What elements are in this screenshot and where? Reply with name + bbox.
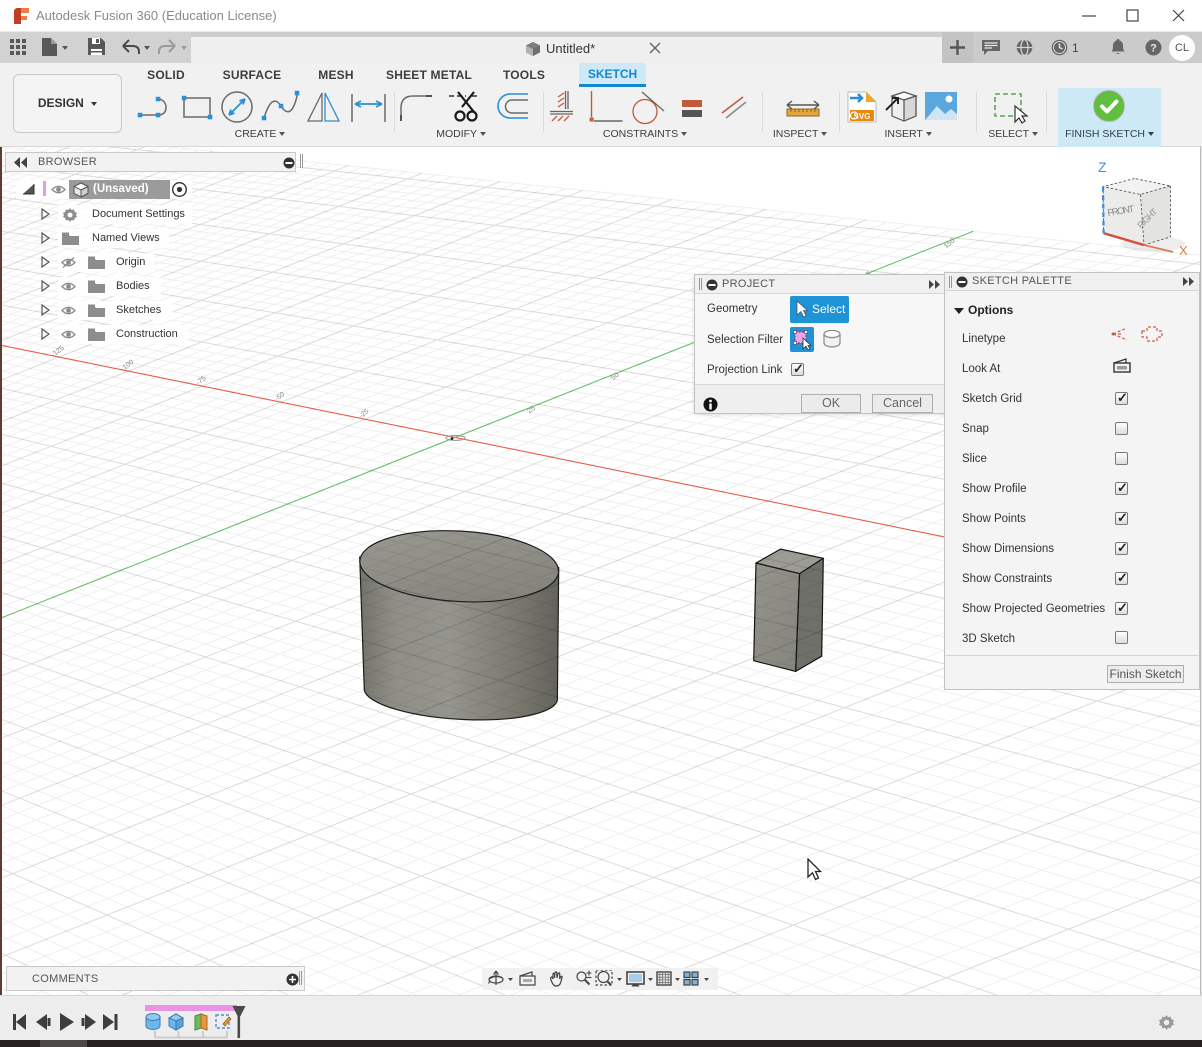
svg-text:?: ? xyxy=(1150,43,1157,55)
svg-text:Z: Z xyxy=(1098,159,1107,175)
svg-text:X: X xyxy=(1179,243,1188,258)
